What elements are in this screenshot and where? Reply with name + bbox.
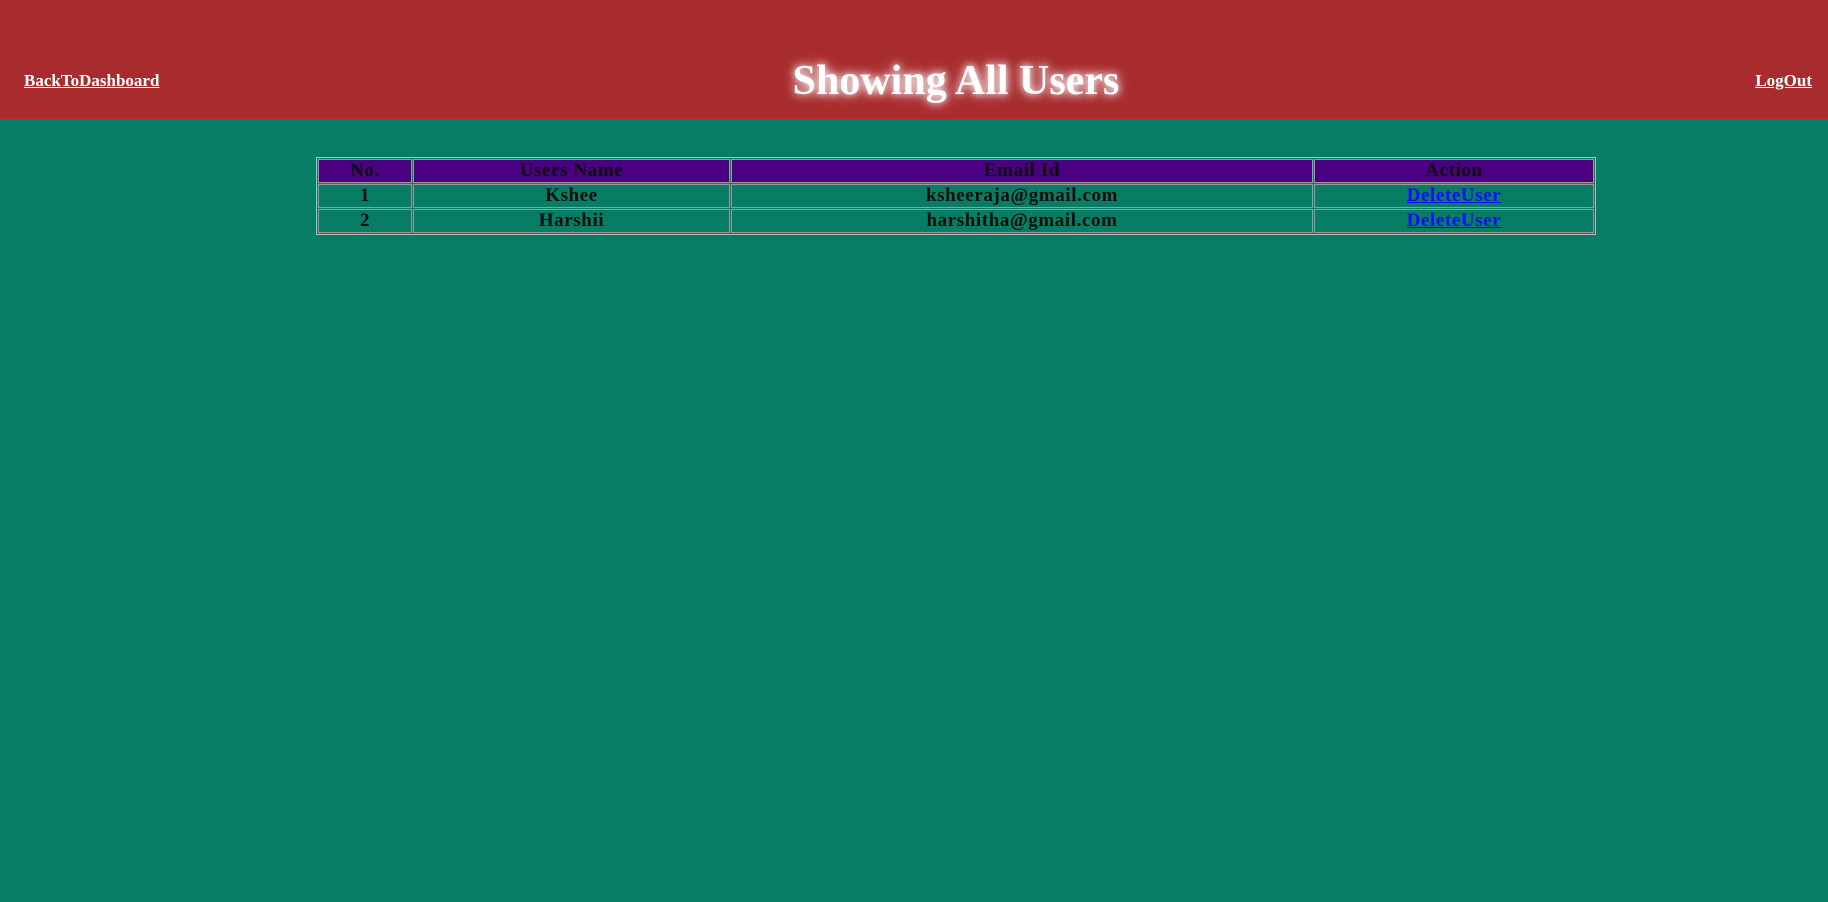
column-header-email-id: Email Id	[731, 159, 1313, 183]
cell-no: 2	[318, 209, 412, 233]
users-table: No. Users Name Email Id Action 1 Kshee k…	[316, 157, 1596, 235]
column-header-action: Action	[1314, 159, 1594, 183]
delete-user-link[interactable]: DeleteUser	[1407, 210, 1502, 231]
cell-users-name: Harshii	[413, 209, 730, 233]
table-header-row: No. Users Name Email Id Action	[318, 159, 1594, 183]
cell-email-id: harshitha@gmail.com	[731, 209, 1313, 233]
page-title: Showing All Users	[792, 58, 1120, 104]
cell-users-name: Kshee	[413, 184, 730, 208]
cell-action: DeleteUser	[1314, 209, 1594, 233]
header-bar: BackToDashboard Showing All Users LogOut	[0, 0, 1828, 119]
column-header-users-name: Users Name	[413, 159, 730, 183]
logout-link[interactable]: LogOut	[1755, 71, 1812, 91]
table-row: 1 Kshee ksheeraja@gmail.com DeleteUser	[318, 184, 1594, 208]
column-header-no: No.	[318, 159, 412, 183]
cell-action: DeleteUser	[1314, 184, 1594, 208]
table-row: 2 Harshii harshitha@gmail.com DeleteUser	[318, 209, 1594, 233]
cell-no: 1	[318, 184, 412, 208]
delete-user-link[interactable]: DeleteUser	[1407, 185, 1502, 206]
cell-email-id: ksheeraja@gmail.com	[731, 184, 1313, 208]
